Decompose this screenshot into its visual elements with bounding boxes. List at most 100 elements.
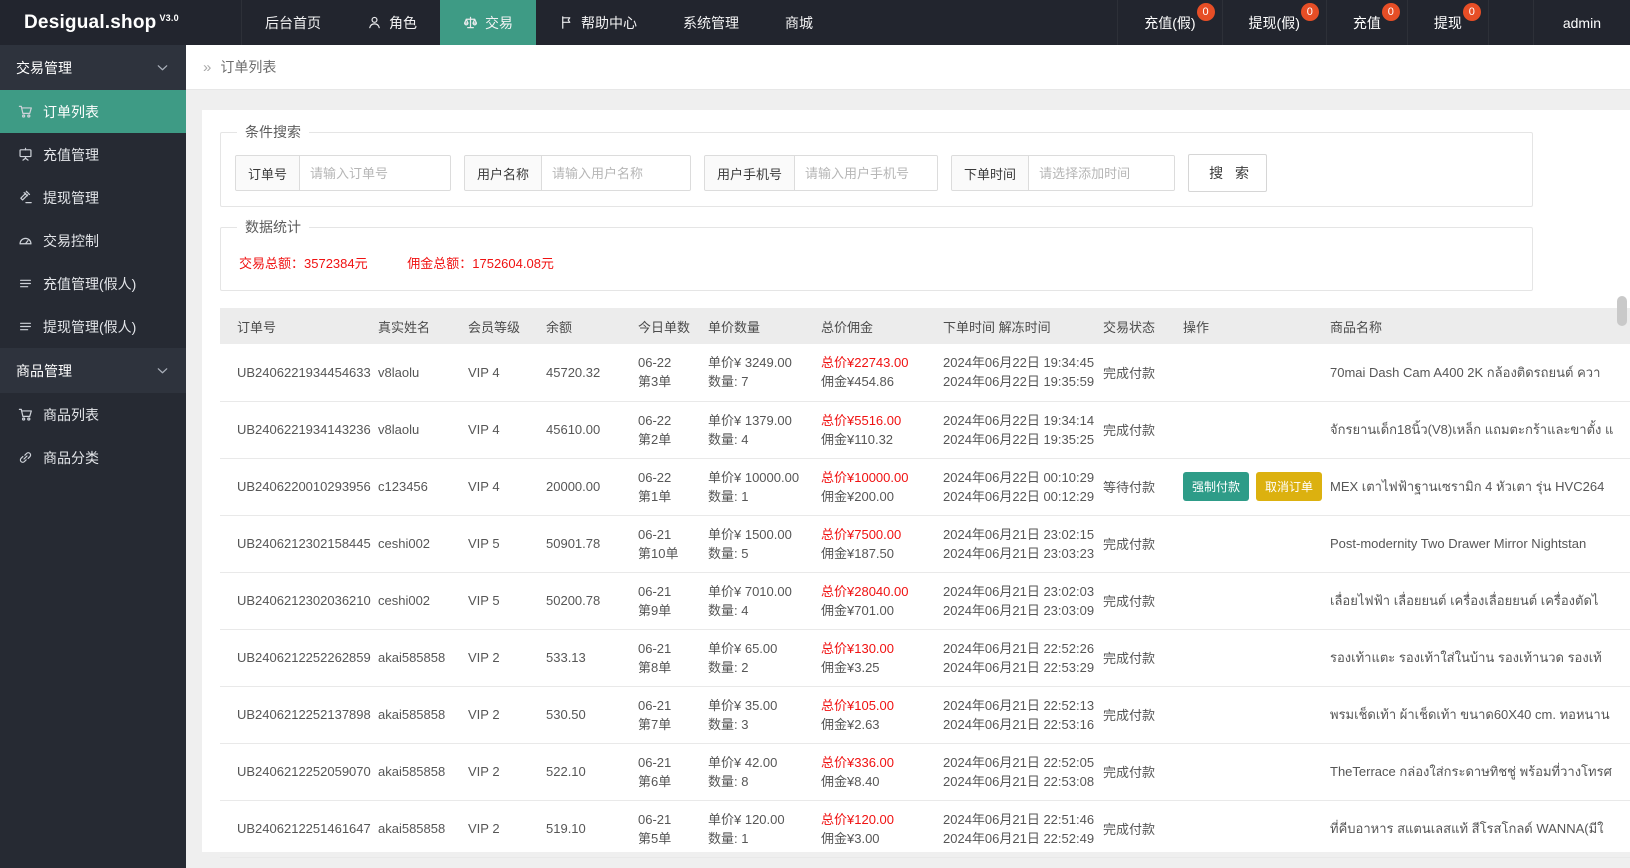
commission: 佣金¥8.40 (821, 773, 880, 789)
time-cell: 2024年06月21日 22:52:05 2024年06月21日 22:53:08 (933, 743, 1094, 801)
user-icon (367, 15, 382, 30)
sidebar-item-1-4[interactable]: 交易控制 (0, 219, 186, 262)
status-cell: 等待付款 (1093, 458, 1173, 516)
notification-badge: 0 (1462, 3, 1481, 21)
vertical-scrollbar[interactable] (1617, 296, 1627, 326)
daily-orders-cell: 06-21 第8单 (628, 629, 698, 687)
cancel-order-button[interactable]: 取消订单 (1256, 472, 1323, 501)
actions-cell (1173, 686, 1320, 744)
transaction-total: 交易总额：3572384元 (239, 256, 368, 271)
search-field-input-2[interactable] (542, 156, 691, 190)
product-name-cell: Post-modernity Two Drawer Mirror Nightst… (1320, 515, 1630, 573)
top-nav: 后台首页 角色 交易 帮助中心 系统管理 商城 (242, 0, 836, 45)
vip-level-cell: VIP 5 (458, 515, 536, 573)
status-cell: 完成付款 (1093, 401, 1173, 459)
daily-orders-cell: 06-21 第10单 (628, 515, 698, 573)
search-field-label: 下单时间 (952, 156, 1030, 190)
vip-level-cell: VIP 2 (458, 686, 536, 744)
daily-orders-cell: 06-21 第9单 (628, 572, 698, 630)
search-field-input-3[interactable] (795, 156, 938, 190)
app-logo[interactable]: Desigual.shop V3.0 (0, 0, 186, 45)
total-commission-cell: 总价¥130.00 佣金¥3.25 (811, 629, 933, 687)
time-cell: 2024年06月21日 22:52:13 2024年06月21日 22:53:16 (933, 686, 1094, 744)
status-badge: 完成付款 (1103, 651, 1156, 666)
search-field-input-1[interactable] (300, 156, 451, 190)
nav-item-3[interactable]: 交易 (440, 0, 536, 45)
quick-link-2[interactable]: 提现(假) 0 (1221, 0, 1326, 45)
notification-badge: 0 (1196, 3, 1215, 21)
status-badge: 完成付款 (1103, 708, 1156, 723)
menu-toggle-button[interactable] (186, 0, 242, 45)
search-field-input-4[interactable] (1029, 156, 1175, 190)
sidebar-item-1-5[interactable]: 充值管理(假人) (0, 262, 186, 305)
force-pay-button[interactable]: 强制付款 (1183, 472, 1250, 501)
username: admin (1562, 14, 1601, 31)
total-commission-cell: 总价¥22743.00 佣金¥454.86 (811, 344, 933, 402)
sidebar-item-1-2[interactable]: 充值管理 (0, 133, 186, 176)
sidebar-item-1-1[interactable]: 订单列表 (0, 90, 186, 133)
quick-link-3[interactable]: 充值 0 (1325, 0, 1407, 45)
unit-price-qty-cell: 单价¥ 65.00 数量: 2 (698, 629, 811, 687)
vip-level-cell: VIP 4 (458, 401, 536, 459)
nav-item-2[interactable]: 角色 (344, 0, 440, 45)
search-field-label: 用户手机号 (705, 156, 796, 190)
table-row: UB2406212252137898 akai585858 VIP 2 530.50 0… (220, 686, 1630, 744)
status-badge: 等待付款 (1103, 480, 1156, 495)
unit-price-qty-cell: 单价¥ 1500.00 数量: 5 (698, 515, 811, 573)
refresh-button[interactable] (1487, 0, 1533, 45)
quick-link-1[interactable]: 充值(假) 0 (1117, 0, 1221, 45)
balance-cell: 50200.78 (536, 572, 628, 630)
column-header: 今日单数 (628, 308, 698, 344)
status-cell: 完成付款 (1093, 800, 1173, 858)
real-name-cell: ceshi002 (368, 515, 458, 573)
user-menu[interactable]: admin (1532, 0, 1630, 45)
nav-item-6[interactable]: 商城 (762, 0, 836, 45)
actions-cell (1173, 743, 1320, 801)
status-badge: 完成付款 (1103, 765, 1156, 780)
time-cell: 2024年06月22日 19:34:14 2024年06月22日 19:35:25 (933, 401, 1094, 459)
column-header: 操作 (1173, 308, 1320, 344)
status-badge: 完成付款 (1103, 822, 1156, 837)
real-name-cell: c123456 (368, 458, 458, 516)
list-icon (18, 276, 33, 291)
table-row: UB2406212251461647 akai585858 VIP 2 519.10 0… (220, 800, 1630, 858)
vip-level-cell: VIP 2 (458, 743, 536, 801)
daily-orders-cell: 06-21 第7单 (628, 686, 698, 744)
balance-cell: 20000.00 (536, 458, 628, 516)
sidebar-item-label: 商品分类 (43, 449, 99, 466)
table-row: UB2406221934454633 v8laolu VIP 4 45720.32 06… (220, 344, 1630, 402)
sidebar-item-label: 提现管理(假人) (43, 318, 137, 335)
sidebar-group-1[interactable]: 交易管理 (0, 45, 186, 90)
daily-orders-cell: 06-21 第5单 (628, 800, 698, 858)
daily-orders-cell: 06-21 第6单 (628, 743, 698, 801)
search-button[interactable]: 搜 索 (1188, 154, 1267, 192)
product-name: Post-modernity Two Drawer Mirror Nightst… (1330, 536, 1587, 551)
quick-link-label: 充值(假) (1144, 14, 1196, 31)
daily-orders-cell: 06-22 第3单 (628, 344, 698, 402)
product-name-cell: พรมเช็ดเท้า ผ้าเช็ดเท้า ขนาด60X40 cm. ทอ… (1320, 686, 1630, 744)
sidebar-item-1-6[interactable]: 提现管理(假人) (0, 305, 186, 348)
time-cell: 2024年06月22日 00:10:29 2024年06月22日 00:12:29 (933, 458, 1094, 516)
nav-item-5[interactable]: 系统管理 (660, 0, 762, 45)
status-cell: 完成付款 (1093, 572, 1173, 630)
total-price: 总价¥22743.00 (821, 355, 909, 371)
scale-icon (463, 15, 478, 30)
quick-link-label: 提现(假) (1248, 14, 1300, 31)
order-no-cell: UB2406212302036210 (220, 572, 371, 630)
nav-item-1[interactable]: 后台首页 (242, 0, 344, 45)
sidebar-item-1-3[interactable]: 提现管理 (0, 176, 186, 219)
actions-cell (1173, 344, 1320, 402)
chevron-down-icon (155, 60, 170, 75)
quick-link-4[interactable]: 提现 0 (1406, 0, 1488, 45)
status-badge: 完成付款 (1103, 594, 1156, 609)
nav-item-4[interactable]: 帮助中心 (536, 0, 660, 45)
unit-price-qty-cell: 单价¥ 120.00 数量: 1 (698, 800, 811, 858)
nav-item-label: 角色 (389, 14, 417, 31)
search-field-label: 用户名称 (465, 156, 543, 190)
actions-cell (1173, 572, 1320, 630)
commission: 佣金¥110.32 (821, 431, 894, 447)
sidebar-group-2[interactable]: 商品管理 (0, 348, 186, 393)
sidebar-item-label: 交易控制 (43, 232, 99, 249)
sidebar-item-2-1[interactable]: 商品列表 (0, 393, 186, 436)
sidebar-item-2-2[interactable]: 商品分类 (0, 436, 186, 479)
